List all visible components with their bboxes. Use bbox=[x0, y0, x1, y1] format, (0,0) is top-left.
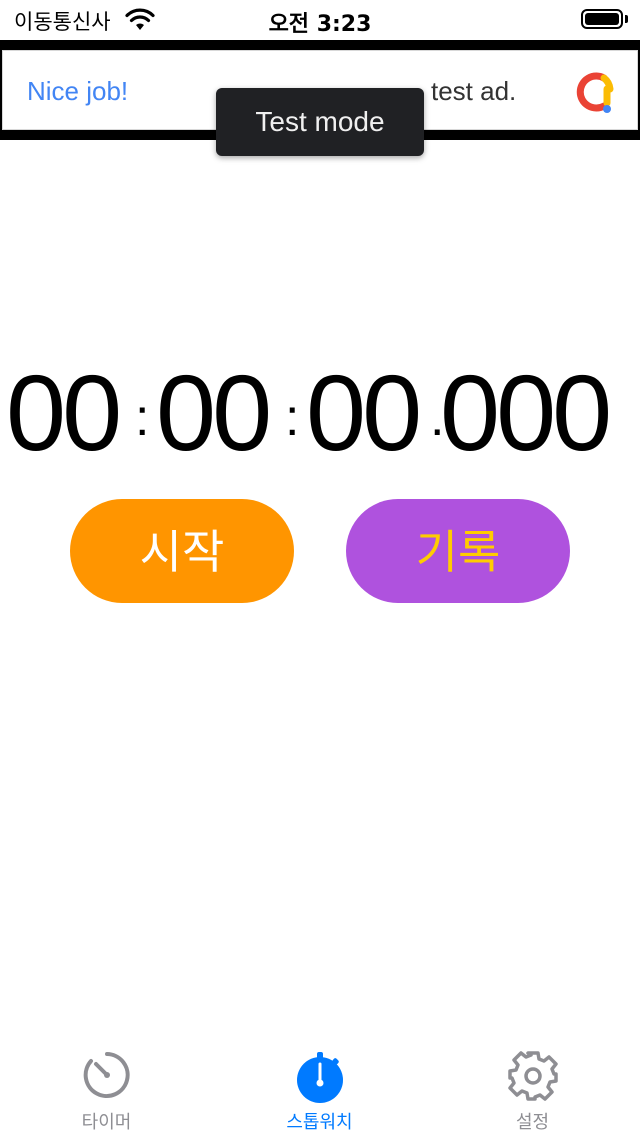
hours-value: 00 bbox=[6, 352, 122, 473]
status-time: 오전 3:23 bbox=[268, 12, 372, 37]
battery-icon bbox=[581, 9, 623, 29]
tab-label: 설정 bbox=[515, 1112, 550, 1133]
ad-body-text: test ad. bbox=[431, 76, 517, 106]
battery-tip bbox=[625, 15, 628, 23]
tab-label: 스톱워치 bbox=[286, 1112, 353, 1133]
admob-logo-icon bbox=[571, 69, 617, 119]
lap-button[interactable]: 기록 bbox=[346, 499, 570, 603]
tab-stopwatch[interactable]: 스톱워치 bbox=[213, 1040, 426, 1136]
tab-settings[interactable]: 설정 bbox=[426, 1040, 639, 1136]
tab-bar: 타이머 스톱워치 설정 bbox=[0, 1040, 640, 1136]
milliseconds-value: 000 bbox=[440, 352, 612, 473]
seconds-value: 00 bbox=[306, 352, 422, 473]
timer-icon bbox=[83, 1052, 130, 1098]
ad-banner[interactable]: Nice job! test ad. Test mode bbox=[0, 40, 640, 156]
start-button[interactable]: 시작 bbox=[70, 499, 294, 603]
test-mode-toast: Test mode bbox=[216, 88, 424, 156]
colon-separator: : bbox=[135, 389, 150, 447]
stopwatch-icon bbox=[296, 1052, 343, 1103]
colon-separator: : bbox=[285, 389, 300, 447]
stopwatch-display: 00 : 00 : 00 . 000 bbox=[0, 358, 640, 468]
tab-label: 타이머 bbox=[81, 1112, 132, 1133]
tab-timer[interactable]: 타이머 bbox=[0, 1040, 213, 1136]
ad-headline: Nice job! bbox=[27, 76, 129, 106]
gear-icon bbox=[507, 1051, 558, 1101]
status-bar: 이동통신사 오전 3:23 bbox=[0, 0, 640, 40]
minutes-value: 00 bbox=[156, 352, 272, 473]
